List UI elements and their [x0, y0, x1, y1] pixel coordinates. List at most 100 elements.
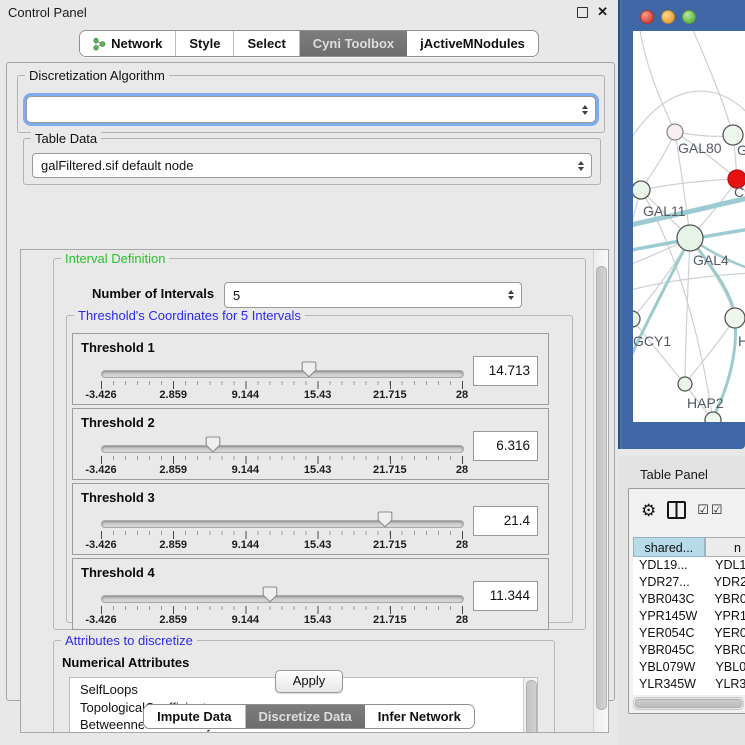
minimize-traffic-light-icon[interactable] — [661, 10, 675, 24]
bottom-tab-bar: Impute Data Discretize Data Infer Networ… — [0, 704, 618, 729]
number-of-intervals-value: 5 — [225, 288, 503, 303]
network-node-label: HAP2 — [687, 395, 724, 411]
tab-discretize-data[interactable]: Discretize Data — [246, 705, 365, 728]
table-panel-body: ⚙ ☑☑ shared... n YDL19...YDL1YDR27...YDR… — [628, 488, 745, 714]
tab-select[interactable]: Select — [234, 31, 299, 56]
threshold-label: Threshold 4 — [81, 565, 155, 580]
slider-scale-labels: -3.4262.8599.14415.4321.71528 — [101, 614, 462, 626]
slider-thumb-icon[interactable] — [301, 361, 317, 378]
column-header-shared-name[interactable]: shared... — [633, 537, 705, 557]
tab-network[interactable]: Network — [80, 31, 176, 56]
network-node[interactable] — [633, 181, 650, 199]
stepper-icon[interactable] — [503, 290, 518, 300]
node-table: shared... n YDL19...YDL1YDR27...YDR2YBR0… — [633, 537, 745, 713]
network-node[interactable] — [667, 124, 683, 140]
network-node-label: GCY1 — [633, 333, 671, 349]
slider-thumb-icon[interactable] — [377, 511, 393, 528]
network-edge — [633, 319, 685, 384]
close-traffic-light-icon[interactable] — [640, 10, 654, 24]
network-canvas[interactable]: GAL80GACGAL11GAL4GCY1HHAP2 — [633, 31, 745, 422]
slider-ticks — [101, 456, 463, 464]
table-row[interactable]: YIL052CYIL0 — [633, 693, 745, 695]
network-edge — [633, 238, 690, 369]
apply-button[interactable]: Apply — [275, 670, 343, 693]
checkbox-icons[interactable]: ☑☑ — [697, 502, 724, 518]
algorithm-select[interactable] — [26, 96, 596, 123]
threshold-slider[interactable] — [101, 520, 464, 528]
stepper-icon[interactable] — [577, 105, 592, 115]
float-window-icon[interactable] — [577, 7, 588, 18]
table-toolbar: ⚙ ☑☑ — [629, 489, 745, 531]
control-panel-titlebar: Control Panel ✕ — [0, 0, 618, 24]
network-node-label: H — [738, 333, 745, 349]
panel-scrollbar-thumb[interactable] — [596, 266, 607, 710]
threshold-slider[interactable] — [101, 595, 464, 603]
table-row[interactable]: YBR043CYBR0 — [633, 591, 745, 608]
network-node[interactable] — [725, 308, 745, 328]
top-tab-bar: Network Style Select Cyni Toolbox jActiv… — [0, 30, 618, 57]
tab-impute-data[interactable]: Impute Data — [144, 705, 245, 728]
table-data-group: Table Data galFiltered.sif default node — [23, 138, 601, 185]
network-edge — [639, 31, 675, 132]
table-row[interactable]: YBR045CYBR0 — [633, 642, 745, 659]
threshold-label: Threshold 1 — [81, 340, 155, 355]
numerical-attributes-label: Numerical Attributes — [62, 655, 189, 670]
zoom-traffic-light-icon[interactable] — [682, 10, 696, 24]
network-icon — [93, 37, 106, 51]
column-header-name[interactable]: n — [705, 537, 745, 557]
discretization-algorithm-group: Discretization Algorithm — [17, 75, 605, 133]
threshold-label: Threshold 3 — [81, 490, 155, 505]
network-edge — [685, 318, 735, 384]
table-row[interactable]: YBL079WYBL0 — [633, 659, 745, 676]
threshold-value-field[interactable]: 6.316 — [473, 431, 538, 461]
table-panel-title: Table Panel — [640, 467, 708, 482]
table-row[interactable]: YDR27...YDR2 — [633, 574, 745, 591]
network-view-window[interactable]: GAL80GACGAL11GAL4GCY1HHAP2 — [618, 0, 745, 449]
thresholds-group-title: Threshold's Coordinates for 5 Intervals — [74, 308, 305, 323]
table-horizontal-scrollbar[interactable] — [633, 697, 744, 710]
table-data-select[interactable]: galFiltered.sif default node — [32, 153, 592, 178]
network-edge — [633, 238, 690, 319]
threshold-panel: Threshold 3 -3.4262.8599.14415.4321.7152… — [72, 483, 549, 555]
threshold-slider[interactable] — [101, 370, 464, 378]
tab-network-label: Network — [111, 36, 162, 51]
stepper-icon[interactable] — [573, 161, 588, 171]
network-node[interactable] — [705, 412, 721, 422]
tab-style[interactable]: Style — [176, 31, 234, 56]
table-row[interactable]: YER054CYER0 — [633, 625, 745, 642]
network-node[interactable] — [633, 311, 640, 327]
table-hscroll-thumb[interactable] — [635, 699, 742, 708]
network-edge — [691, 31, 733, 135]
split-columns-icon[interactable] — [667, 501, 686, 519]
threshold-slider[interactable] — [101, 445, 464, 453]
network-node[interactable] — [677, 225, 703, 251]
threshold-label: Threshold 2 — [81, 415, 155, 430]
network-edge — [641, 132, 675, 190]
number-of-intervals-label: Number of Intervals — [92, 286, 214, 301]
threshold-panel: Threshold 1 -3.4262.8599.14415.4321.7152… — [72, 333, 549, 405]
number-of-intervals-select[interactable]: 5 — [224, 282, 522, 308]
table-row[interactable]: YPR145WYPR1 — [633, 608, 745, 625]
tab-cyni-toolbox[interactable]: Cyni Toolbox — [300, 31, 407, 56]
slider-thumb-icon[interactable] — [205, 436, 221, 453]
slider-ticks — [101, 531, 463, 539]
network-node-label: GA — [737, 142, 745, 158]
slider-scale-labels: -3.4262.8599.14415.4321.71528 — [101, 464, 462, 476]
table-row[interactable]: YDL19...YDL1 — [633, 557, 745, 574]
threshold-value-field[interactable]: 11.344 — [473, 581, 538, 611]
network-edge — [641, 179, 737, 190]
tab-infer-network[interactable]: Infer Network — [365, 705, 474, 728]
network-node[interactable] — [678, 377, 692, 391]
threshold-value-field[interactable]: 14.713 — [473, 356, 538, 386]
threshold-value-field[interactable]: 21.4 — [473, 506, 538, 536]
table-row[interactable]: YLR345WYLR3 — [633, 676, 745, 693]
threshold-panel: Threshold 4 -3.4262.8599.14415.4321.7152… — [72, 558, 549, 630]
panel-scrollbar[interactable] — [593, 250, 608, 732]
close-icon[interactable]: ✕ — [597, 7, 608, 17]
table-panel: Table Panel ⚙ ☑☑ shared... n YDL19...YDL… — [618, 456, 745, 745]
tab-jactivemnodules[interactable]: jActiveMNodules — [407, 31, 538, 56]
gear-icon[interactable]: ⚙ — [641, 502, 656, 519]
table-rows: YDL19...YDL1YDR27...YDR2YBR043CYBR0YPR14… — [633, 557, 745, 695]
slider-thumb-icon[interactable] — [262, 586, 278, 603]
interval-definition-group: Interval Definition Number of Intervals … — [53, 258, 586, 630]
